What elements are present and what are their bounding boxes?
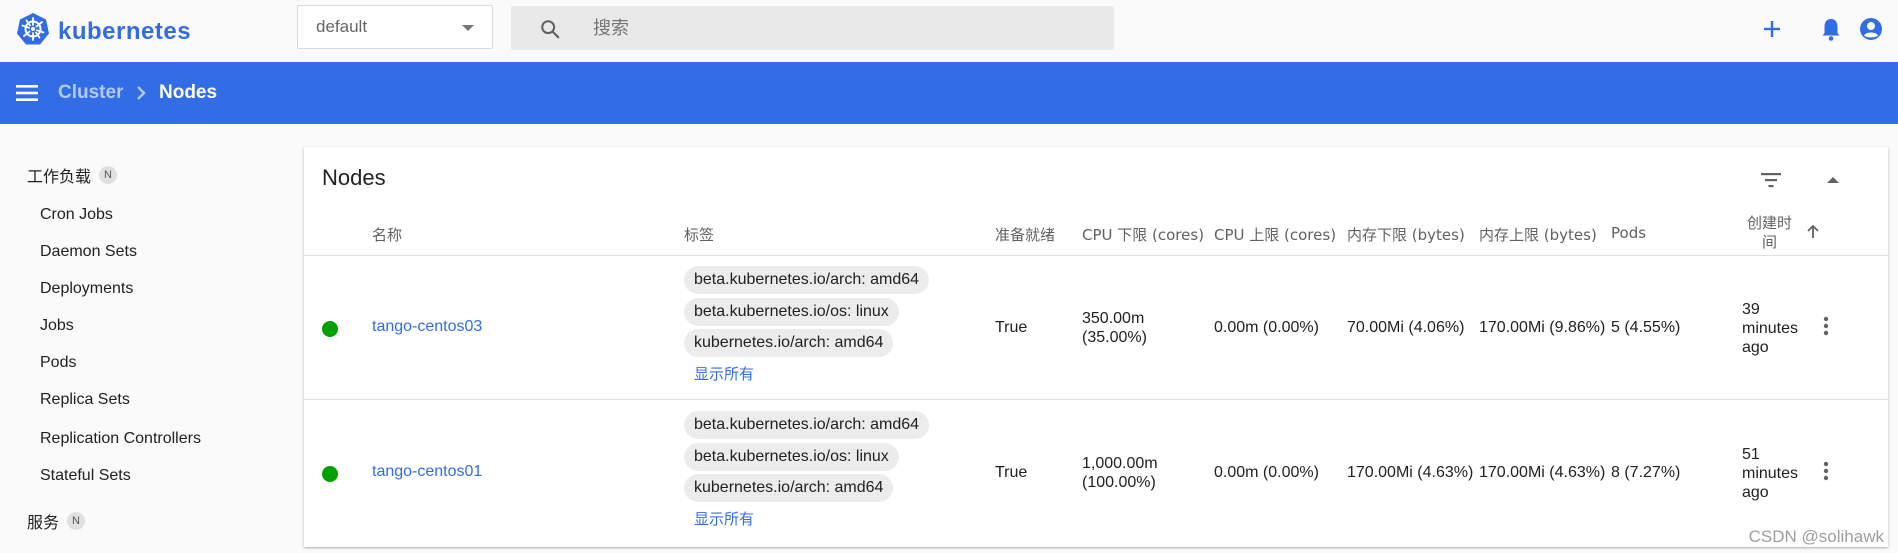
mem-requests-cell: 170.00Mi (4.63%) [1347,464,1474,481]
label-chip: beta.kubernetes.io/os: linux [684,298,899,326]
sidebar-nav: 工作负载 N Cron Jobs Daemon Sets Deployments… [0,124,300,553]
show-all-labels-link[interactable]: 显示所有 [694,363,754,384]
cpu-limits-cell: 0.00m (0.00%) [1214,464,1319,481]
created-cell: 39 minutes ago [1742,300,1798,357]
status-ready-icon [322,466,338,482]
namespaced-badge: N [67,512,86,530]
node-name-link[interactable]: tango-centos01 [372,463,482,481]
label-chip: beta.kubernetes.io/arch: amd64 [684,266,930,294]
filter-icon[interactable] [1758,167,1784,193]
sidebar-group-label: 服务 [27,513,60,532]
header-text-line: 间 [1762,233,1778,251]
sidebar-group-workloads[interactable]: 工作负载 N [27,163,118,187]
account-circle-icon[interactable] [1856,14,1886,44]
sidebar-item-pods[interactable]: Pods [40,354,76,372]
sidebar-group-label: 工作负载 [27,167,92,186]
namespace-value: default [316,17,368,36]
column-header-ready: 准备就绪 [995,226,1056,244]
cell-line: minutes [1742,320,1799,337]
logo-text: kubernetes [58,17,192,45]
cpu-requests-cell: 1,000.00m (100.00%) [1082,454,1158,492]
sidebar-item-cron-jobs[interactable]: Cron Jobs [40,206,113,224]
show-all-labels-link[interactable]: 显示所有 [694,508,754,529]
column-header-pods: Pods [1611,224,1647,242]
created-cell: 51 minutes ago [1742,445,1798,502]
sidebar-item-stateful-sets[interactable]: Stateful Sets [40,467,131,485]
column-header-name[interactable]: 名称 [372,224,402,245]
cell-line: (100.00%) [1082,474,1156,491]
logo[interactable]: kubernetes [16,12,191,51]
cpu-limits-cell: 0.00m (0.00%) [1214,319,1319,336]
bell-icon[interactable] [1816,14,1846,44]
arrow-up-icon[interactable] [1804,223,1822,241]
column-header-mem-requests: 内存下限 (bytes) [1347,226,1465,244]
card-title: Nodes [322,165,386,190]
column-header-labels: 标签 [684,226,715,244]
sidebar-item-deployments[interactable]: Deployments [40,280,133,298]
cell-line: ago [1742,484,1769,501]
chevron-right-icon [132,82,152,104]
column-header-cpu-limits: CPU 上限 (cores) [1214,226,1337,244]
cpu-requests-cell: 350.00m (35.00%) [1082,309,1147,347]
sidebar-item-replica-sets[interactable]: Replica Sets [40,391,130,409]
namespace-select[interactable]: default [297,5,493,49]
top-header: kubernetes default [0,0,1898,62]
mem-limits-cell: 170.00Mi (4.63%) [1479,464,1606,481]
cell-line: 350.00m [1082,310,1145,327]
ready-cell: True [995,319,1028,336]
nodes-card: Nodes 名称 标签 准备就绪 CPU 下限 (cores) CPU 上限 (… [304,147,1888,547]
mem-requests-cell: 70.00Mi (4.06%) [1347,319,1465,336]
header-text-line: 创建时 [1747,214,1793,232]
sidebar-item-daemon-sets[interactable]: Daemon Sets [40,243,137,261]
more-vert-icon[interactable] [1814,459,1838,483]
breadcrumb-current: Nodes [159,82,218,103]
sidebar-group-services[interactable]: 服务 N [27,509,86,533]
search-bar [511,6,1114,50]
column-header-created[interactable]: 创建时 间 [1747,214,1792,252]
cell-line: 39 [1742,301,1760,318]
mem-limits-cell: 170.00Mi (9.86%) [1479,319,1606,336]
label-chip: beta.kubernetes.io/os: linux [684,443,899,471]
cell-line: 51 [1742,446,1760,463]
search-input[interactable] [593,14,1093,42]
plus-icon[interactable] [1757,14,1787,44]
column-header-mem-limits: 内存上限 (bytes) [1479,226,1597,244]
label-chip: kubernetes.io/arch: amd64 [684,329,894,357]
namespaced-badge: N [99,166,118,184]
cell-line: 1,000.00m [1082,455,1158,472]
more-vert-icon[interactable] [1814,314,1838,338]
hamburger-menu-icon[interactable] [14,80,40,106]
sidebar-item-jobs[interactable]: Jobs [40,317,74,335]
label-chip: kubernetes.io/arch: amd64 [684,474,894,502]
cell-line: (35.00%) [1082,329,1147,346]
cell-line: ago [1742,339,1769,356]
breadcrumb-cluster[interactable]: Cluster [58,82,123,104]
row-divider [304,399,1888,400]
chevron-up-icon[interactable] [1820,167,1846,193]
pods-cell: 5 (4.55%) [1611,319,1681,336]
kubernetes-logo-icon [16,12,50,51]
cell-line: minutes [1742,465,1799,482]
sidebar-item-replication-controllers[interactable]: Replication Controllers [40,430,201,448]
breadcrumb-toolbar: Cluster Nodes [0,62,1898,124]
header-divider [304,255,1888,256]
label-chip: beta.kubernetes.io/arch: amd64 [684,411,930,439]
dropdown-caret-icon [462,25,474,31]
ready-cell: True [995,464,1028,481]
pods-cell: 8 (7.27%) [1611,464,1681,481]
node-name-link[interactable]: tango-centos03 [372,318,482,336]
column-header-cpu-requests: CPU 下限 (cores) [1082,226,1205,244]
watermark: CSDN @solihawk [1748,527,1884,546]
status-ready-icon [322,321,338,337]
